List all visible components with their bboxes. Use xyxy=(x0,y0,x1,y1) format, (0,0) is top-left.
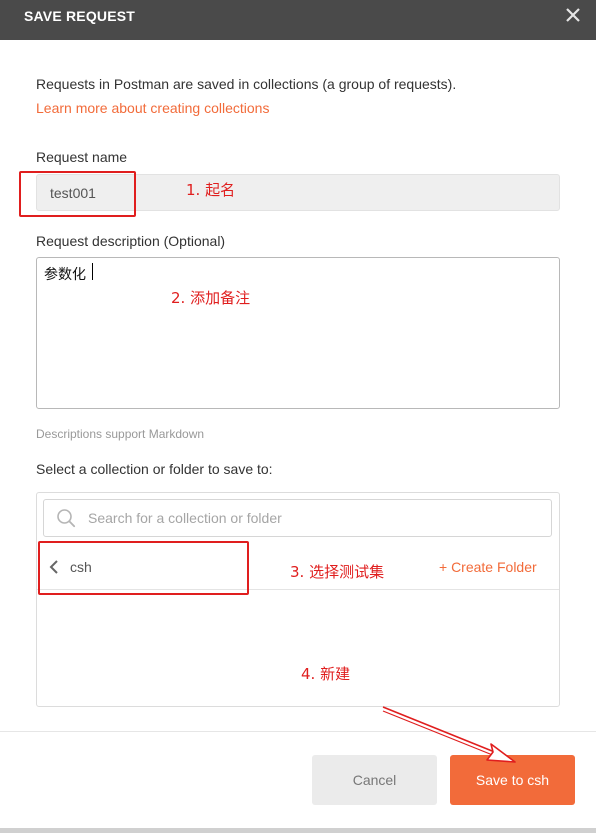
close-icon[interactable] xyxy=(564,6,582,24)
learn-more-link[interactable]: Learn more about creating collections xyxy=(36,99,269,117)
window-bottom-edge xyxy=(0,828,596,833)
annotation-arrow-icon xyxy=(382,706,516,763)
annotation-note-1: 1. 起名 xyxy=(186,181,236,199)
annotation-note-2: 2. 添加备注 xyxy=(171,289,251,307)
markdown-hint: Descriptions support Markdown xyxy=(36,427,205,441)
request-name-label: Request name xyxy=(36,149,128,165)
text-caret xyxy=(92,263,93,280)
annotation-highlight-collection xyxy=(38,541,249,595)
collection-search-box[interactable] xyxy=(43,499,552,537)
annotation-highlight-name xyxy=(19,171,136,217)
intro-text: Requests in Postman are saved in collect… xyxy=(36,76,457,92)
annotation-note-3: 3. 选择测试集 xyxy=(290,563,385,581)
request-description-label: Request description (Optional) xyxy=(36,233,226,249)
dialog-title: SAVE REQUEST xyxy=(24,8,136,24)
search-icon xyxy=(57,509,76,528)
collection-label: Select a collection or folder to save to… xyxy=(36,461,273,477)
annotation-note-4: 4. 新建 xyxy=(301,665,351,683)
request-description-textarea[interactable]: 参数化 xyxy=(36,257,560,409)
create-folder-link[interactable]: + Create Folder xyxy=(439,559,537,575)
collection-search-input[interactable] xyxy=(88,501,543,535)
